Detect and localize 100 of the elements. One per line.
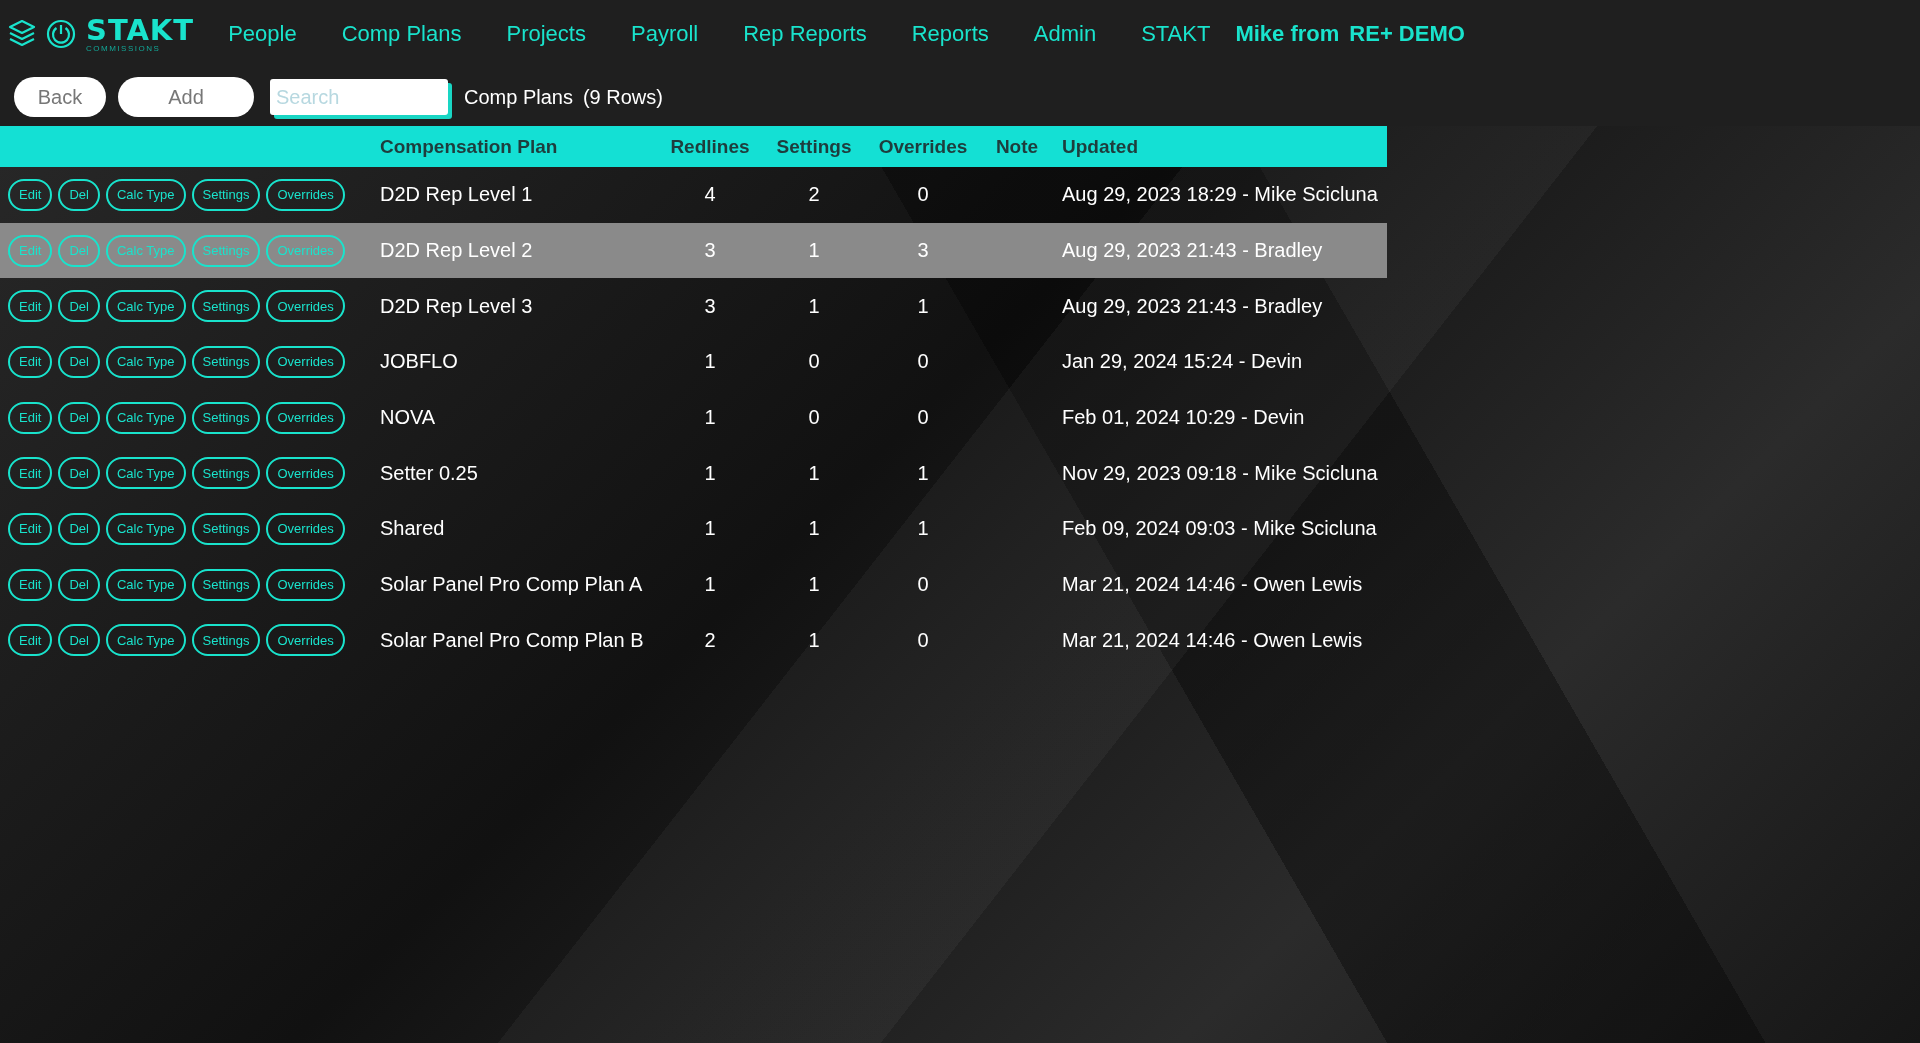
row-action-button[interactable]: Edit [8,568,53,601]
plan-name: Setter 0.25 [380,461,479,485]
row-action-button[interactable]: Calc Type [105,568,186,601]
table-row[interactable]: Edit Del Calc Type Settings Overrides Shared 1 1 1 Feb 09, 2024 09:03 - Mike Scicluna [0,501,1387,557]
row-action-button[interactable]: Settings [191,345,261,378]
nav-link[interactable]: STAKT [1141,21,1211,47]
table-cell-text: 4 [703,183,717,207]
row-action-button[interactable]: Edit [8,290,53,323]
row-action-button[interactable]: Settings [191,401,261,434]
row-action-button[interactable]: Calc Type [105,178,186,211]
nav-link[interactable]: Comp Plans [341,21,462,47]
row-action-button[interactable]: Del [58,401,100,434]
row-count: (9 Rows) [582,85,663,109]
row-action-button[interactable]: Calc Type [105,457,186,490]
table-cell-text: 1 [916,517,930,541]
row-action-button[interactable]: Overrides [266,624,345,657]
row-action-button[interactable]: Del [58,512,100,545]
row-action-button[interactable]: Calc Type [105,624,186,657]
row-action-button[interactable]: Overrides [266,512,345,545]
row-action-button[interactable]: Overrides [266,345,345,378]
nav-link[interactable]: Projects [506,21,586,47]
row-action-button[interactable]: Settings [191,290,261,323]
table-cell-text: 3 [703,294,717,318]
column-header: Overrides [877,135,969,158]
table-row[interactable]: Edit Del Calc Type Settings Overrides Solar Panel Pro Comp Plan A 1 1 0 Mar 21, 2024 14:46 - Owen Lewis [0,556,1387,613]
table-cell-text: 0 [916,350,930,374]
row-action-button[interactable]: Del [58,290,100,323]
nav-link[interactable]: Rep Reports [743,21,867,47]
table-cell-text: 1 [703,573,717,597]
table-row[interactable]: Edit Del Calc Type Settings Overrides Setter 0.25 1 1 1 Nov 29, 2023 09:18 - Mike Scicluna [0,445,1387,502]
nav-link[interactable]: People [228,21,297,47]
table-cell-text: 1 [807,239,821,263]
row-action-button[interactable]: Settings [191,568,261,601]
row-action-button[interactable]: Edit [8,624,53,657]
table-cell-text: 3 [703,239,717,263]
table-cell-text: 1 [807,628,821,652]
row-action-button[interactable]: Settings [191,512,261,545]
column-header: Settings [775,135,853,158]
row-action-button[interactable]: Overrides [266,178,345,211]
row-action-button[interactable]: Edit [8,512,53,545]
table-cell-text: 1 [807,573,821,597]
updated-cell-text: Feb 01, 2024 10:29 - Devin [1061,406,1306,430]
row-action-button[interactable]: Settings [191,457,261,490]
plan-name: D2D Rep Level 3 [380,294,534,318]
row-action-button[interactable]: Settings [191,624,261,657]
table-cell-text: 1 [703,517,717,541]
search-field[interactable]: Search [270,79,448,115]
row-action-button[interactable]: Edit [8,401,53,434]
nav-link[interactable]: Reports [911,21,989,47]
layers-icon[interactable] [8,19,36,49]
row-action-button[interactable]: Del [58,345,100,378]
table-cell-text: 1 [916,294,930,318]
table-row[interactable]: Edit Del Calc Type Settings Overrides JOBFLO 1 0 0 Jan 29, 2024 15:24 - Devin [0,334,1387,390]
row-action-button[interactable]: Overrides [266,290,345,323]
row-action-button[interactable]: Calc Type [105,290,186,323]
table-cell-text: 1 [703,350,717,374]
add-button[interactable]: Add [118,77,254,117]
row-action-button[interactable]: Settings [191,178,261,211]
table-row[interactable]: Edit Del Calc Type Settings Overrides D2D Rep Level 1 4 2 0 Aug 29, 2023 18:29 - Mike Scicluna [0,167,1387,223]
row-action-button[interactable]: Edit [8,178,53,211]
table-cell-text: 2 [807,183,821,207]
stakt-logo[interactable]: STAKT COMMISSIONS [86,15,195,53]
updated-cell-text: Aug 29, 2023 18:29 - Mike Scicluna [1061,183,1379,207]
row-action-button[interactable]: Calc Type [105,345,186,378]
row-action-button[interactable]: Overrides [266,457,345,490]
row-action-button[interactable]: Del [58,568,100,601]
column-header: Note [994,135,1040,158]
table-row[interactable]: Edit Del Calc Type Settings Overrides D2D Rep Level 3 3 1 1 Aug 29, 2023 21:43 - Bradley [0,278,1387,335]
plan-name: D2D Rep Level 2 [380,239,534,263]
table-cell-text: 1 [703,461,717,485]
updated-cell-text: Mar 21, 2024 14:46 - Owen Lewis [1061,628,1364,652]
updated-cell-text: Aug 29, 2023 21:43 - Bradley [1061,294,1324,318]
column-header: Redlines [669,135,751,158]
row-action-button[interactable]: Calc Type [105,512,186,545]
table-cell-text: 0 [916,573,930,597]
nav-link[interactable]: Payroll [630,21,699,47]
table-cell-text: 1 [807,294,821,318]
table-row[interactable]: Edit Del Calc Type Settings Overrides Solar Panel Pro Comp Plan B 2 1 0 Mar 21, 2024 14:46 - Owen Lewis [0,612,1387,669]
table-cell-text: 1 [916,461,930,485]
row-action-button[interactable]: Calc Type [105,401,186,434]
row-action-button[interactable]: Overrides [266,568,345,601]
back-button[interactable]: Back [14,77,106,117]
row-action-button[interactable]: Del [58,178,100,211]
nav-link[interactable]: Admin [1033,21,1097,47]
row-action-button[interactable]: Overrides [266,401,345,434]
table-cell-text: 0 [916,628,930,652]
plan-name: JOBFLO [380,350,459,374]
power-icon[interactable] [46,19,76,49]
table-cell-text: 0 [807,406,821,430]
row-action-button[interactable]: Edit [8,457,53,490]
plan-name: Solar Panel Pro Comp Plan B [380,628,645,652]
row-action-button[interactable]: Edit [8,345,53,378]
table-row[interactable]: Edit Del Calc Type Settings Overrides NOVA 1 0 0 Feb 01, 2024 10:29 - Devin [0,389,1387,446]
row-action-button[interactable]: Del [58,624,100,657]
table-cell-text: 0 [916,406,930,430]
updated-cell-text: Jan 29, 2024 15:24 - Devin [1061,350,1304,374]
row-action-button[interactable]: Del [58,457,100,490]
org-name: RE+ DEMO [1349,21,1465,47]
page-title: Comp Plans [464,85,573,109]
updated-cell-text: Feb 09, 2024 09:03 - Mike Scicluna [1061,517,1378,541]
